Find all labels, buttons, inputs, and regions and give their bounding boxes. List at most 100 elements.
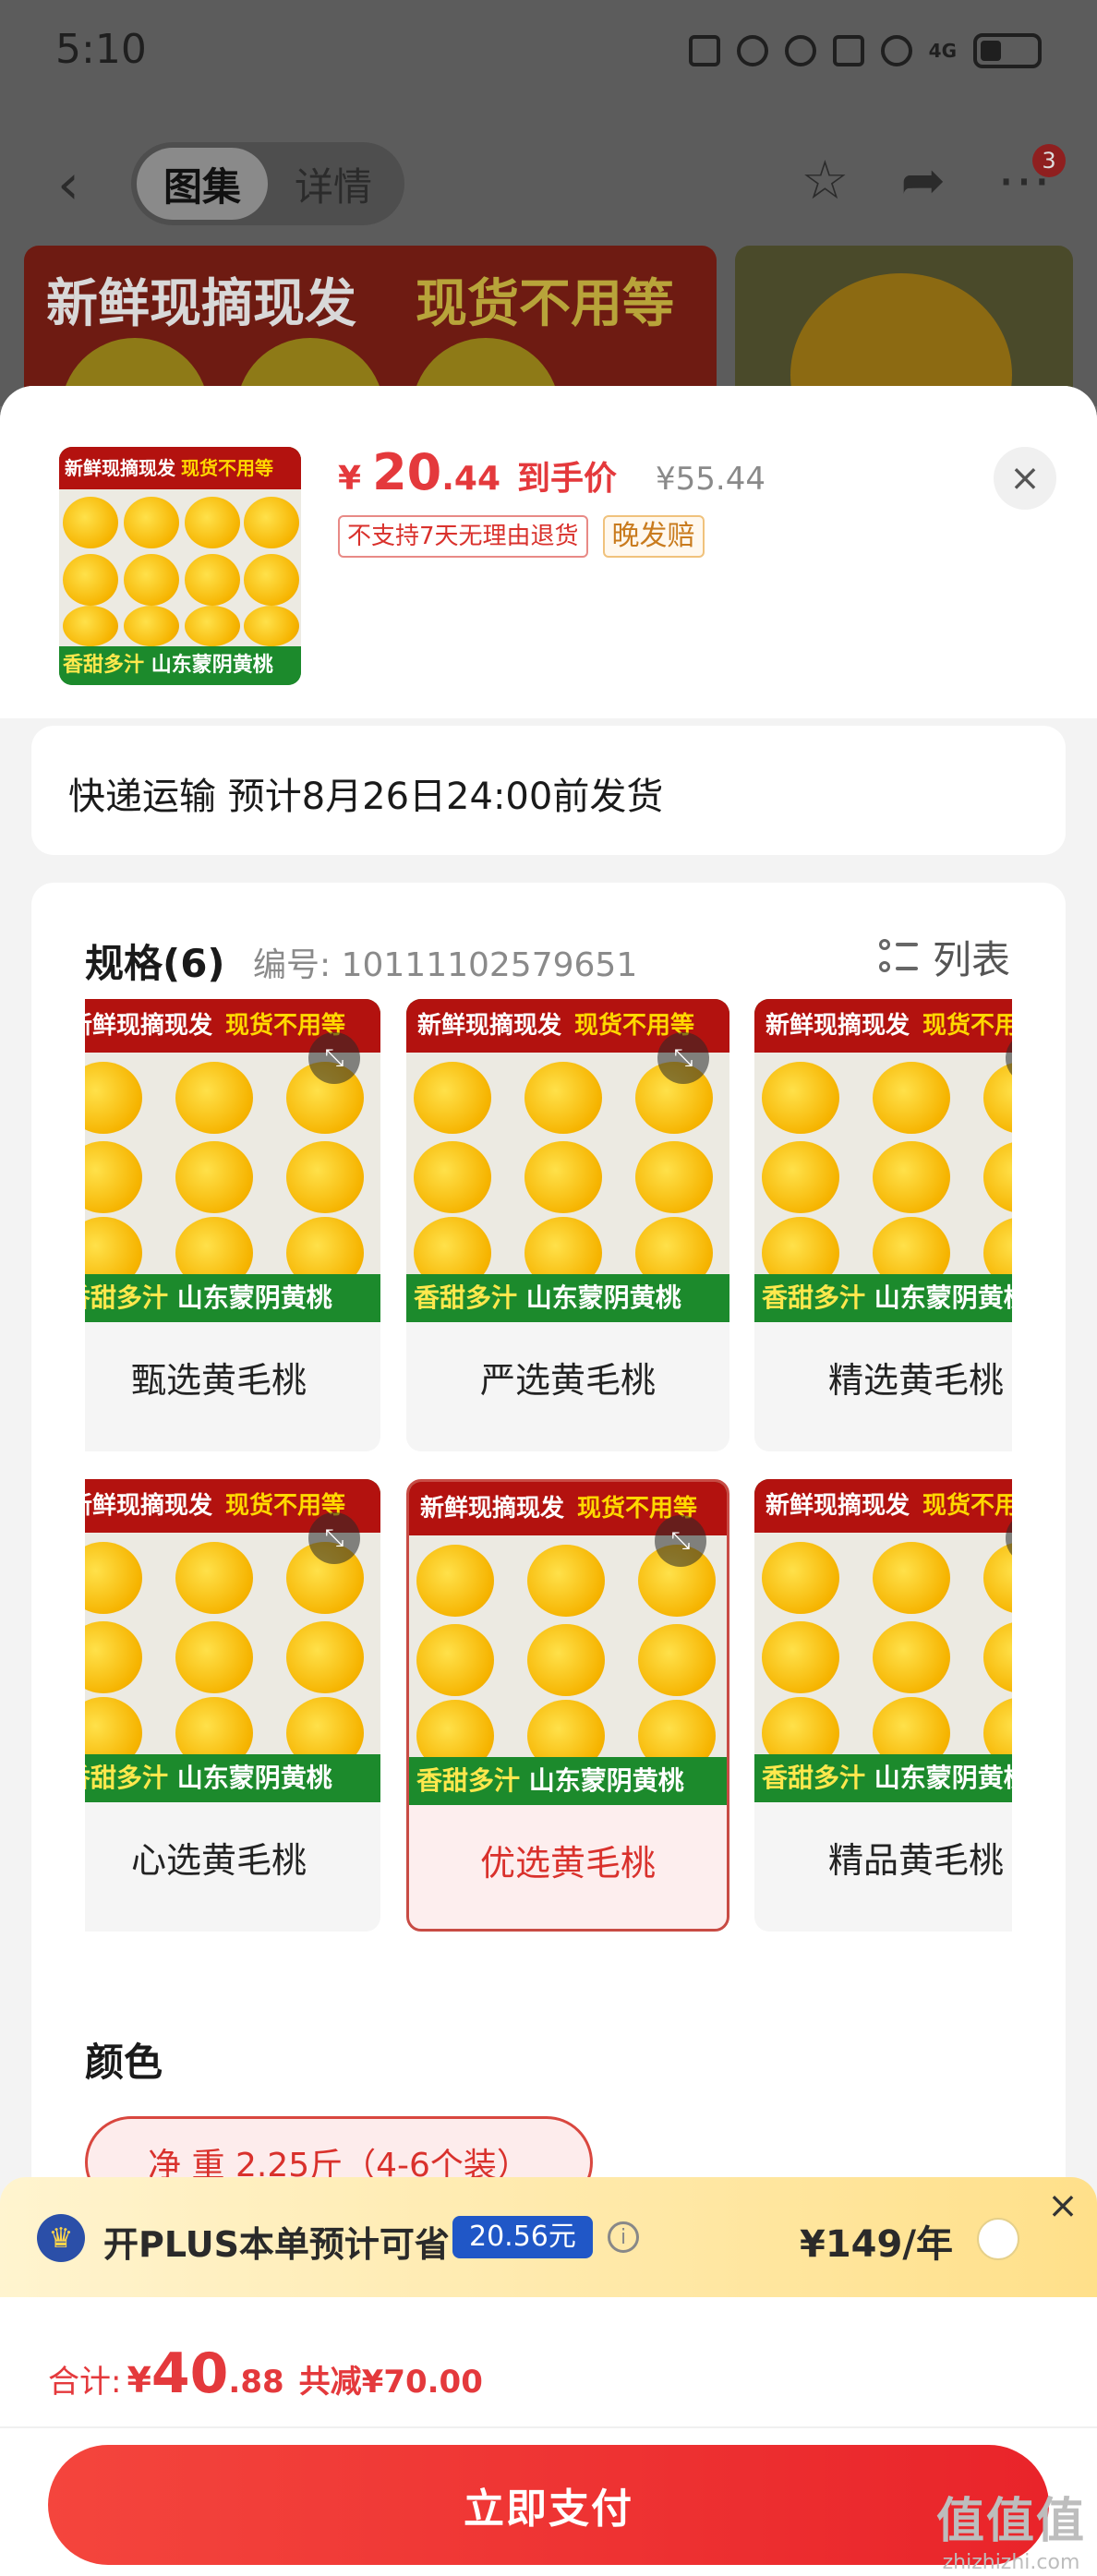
spec-option[interactable]: 新鲜现摘现发现货不用等香甜多汁 山东蒙阴黄桃⤡精选黄毛桃 [754, 999, 1012, 1451]
picture-fruit-tray [754, 1053, 1012, 1289]
peach-shape [524, 1141, 602, 1213]
plus-promo-text: 开PLUS本单预计可省 [103, 2224, 450, 2265]
peach-shape [124, 497, 179, 548]
product-picture: 新鲜现摘现发现货不用等香甜多汁 山东蒙阴黄桃 [754, 1479, 1012, 1802]
picture-bottom-left-text: 香甜多汁 [414, 1282, 526, 1313]
picture-bottom-right-text: 山东蒙阴黄桃 [151, 654, 273, 677]
price-integer: 20 [372, 443, 442, 501]
peach-shape [63, 497, 118, 548]
plus-close-icon[interactable]: × [1040, 2183, 1086, 2229]
picture-top-right-text: 现货不用等 [181, 457, 273, 479]
peach-shape [175, 1062, 253, 1134]
picture-fruit-tray [85, 1533, 380, 1769]
peach-shape [244, 497, 299, 548]
nav-actions: ☆ ➦ ⋯ 3 [801, 144, 1066, 207]
footer-divider [0, 2426, 1097, 2428]
nav-bar: ‹ 图集 详情 ☆ ➦ ⋯ 3 [0, 137, 1097, 229]
spec-option-image: 新鲜现摘现发现货不用等香甜多汁 山东蒙阴黄桃 [754, 999, 1012, 1322]
peach-shape [185, 554, 240, 606]
peach-shape [416, 1624, 494, 1696]
peach-shape [124, 606, 179, 646]
network-label: 4G [928, 40, 957, 62]
picture-fruit-tray [59, 489, 301, 646]
picture-top-left-text: 新鲜现摘现发 [85, 1492, 213, 1520]
picture-top-right-text: 现货不用等 [922, 1492, 1012, 1520]
picture-bottom-right-text: 山东蒙阴黄桃 [528, 1765, 684, 1796]
peach-shape [873, 1542, 950, 1614]
product-thumbnail[interactable]: 新鲜现摘现发 现货不用等 香甜多汁 山东蒙阴黄桃 [59, 447, 301, 685]
picture-top-banner: 新鲜现摘现发现货不用等 [59, 447, 301, 489]
vibrate-icon [832, 35, 864, 66]
picture-bottom-banner: 香甜多汁 山东蒙阴黄桃 [406, 1274, 729, 1322]
peach-shape [524, 1062, 602, 1134]
total-discount: 共减¥70.00 [298, 2364, 483, 2401]
back-icon[interactable]: ‹ [57, 157, 79, 212]
picture-bottom-right-text: 山东蒙阴黄桃 [874, 1763, 1012, 1793]
pay-now-button[interactable]: 立即支付 [48, 2445, 1049, 2565]
peach-shape [983, 1621, 1012, 1693]
total-label: 合计: [48, 2364, 122, 2401]
picture-bottom-left-text: 香甜多汁 [85, 1763, 169, 1793]
spec-card: 规格(6) 编号: 10111102579651 列表 新鲜现摘现发现货不用等香… [31, 883, 1066, 2221]
picture-bottom-banner: 香甜多汁 山东蒙阴黄桃 [85, 1754, 380, 1802]
picture-bottom-banner: 香甜多汁 山东蒙阴黄桃 [59, 646, 301, 685]
peach-shape [983, 1542, 1012, 1614]
price-decimal: .44 [441, 460, 500, 498]
picture-bottom-left-text: 香甜多汁 [85, 1282, 169, 1313]
original-price: ¥55.44 [656, 461, 765, 498]
total-integer: 40 [151, 2341, 229, 2406]
checkout-footer: 合计: ¥ 40 .88 共减¥70.00 立即支付 值值值 zhizhizhi… [0, 2297, 1097, 2576]
spec-option[interactable]: 新鲜现摘现发现货不用等香甜多汁 山东蒙阴黄桃⤡心选黄毛桃 [85, 1479, 380, 1932]
status-time: 5:10 [55, 26, 147, 73]
picture-top-left-text: 新鲜现摘现发 [417, 1012, 562, 1040]
peach-shape [85, 1062, 142, 1134]
expand-image-icon[interactable]: ⤡ [308, 1512, 360, 1564]
spec-option[interactable]: 新鲜现摘现发 现货不用等 香甜多汁 山东蒙阴黄桃 ⤡ 严选黄毛桃 [406, 999, 729, 1451]
sku-sheet: 新鲜现摘现发 现货不用等 香甜多汁 山东蒙阴黄桃 ¥ 20 .44 到手价 ¥5… [0, 386, 1097, 2576]
spec-option[interactable]: 新鲜现摘现发现货不用等香甜多汁 山东蒙阴黄桃⤡甄选黄毛桃 [85, 999, 380, 1451]
favorite-star-icon[interactable]: ☆ [801, 153, 849, 207]
list-view-toggle[interactable]: 列表 [878, 929, 1010, 985]
peach-shape [983, 1141, 1012, 1213]
peach-shape [244, 606, 299, 646]
peach-shape [85, 1621, 142, 1693]
expand-image-icon[interactable]: ⤡ [655, 1515, 706, 1567]
share-icon[interactable]: ➦ [900, 153, 946, 207]
info-icon[interactable]: i [608, 2221, 639, 2253]
expand-image-icon[interactable]: ⤡ [308, 1032, 360, 1084]
peach-shape [414, 1141, 491, 1213]
spec-option[interactable]: 新鲜现摘现发 现货不用等 香甜多汁 山东蒙阴黄桃 ⤡ 优选黄毛桃 [406, 1479, 729, 1932]
more-icon[interactable]: ⋯ 3 [997, 144, 1066, 207]
peach-shape [983, 1062, 1012, 1134]
peach-shape [527, 1545, 605, 1617]
picture-top-left-text: 新鲜现摘现发 [765, 1012, 910, 1040]
expand-image-icon[interactable]: ⤡ [657, 1032, 709, 1084]
price-row: ¥ 20 .44 到手价 ¥55.44 [338, 443, 765, 501]
hero-text-primary: 新鲜现摘现发 [46, 274, 356, 334]
total-currency: ¥ [127, 2360, 151, 2401]
picture-top-left-text: 新鲜现摘现发 [85, 1012, 213, 1040]
spec-grid: 新鲜现摘现发现货不用等香甜多汁 山东蒙阴黄桃⤡甄选黄毛桃新鲜现摘现发现货不用等香… [85, 999, 1012, 1959]
plus-select-radio[interactable] [977, 2218, 1019, 2260]
spec-option[interactable]: 新鲜现摘现发现货不用等香甜多汁 山东蒙阴黄桃⤡精品黄毛桃 [754, 1479, 1012, 1932]
peach-shape [175, 1141, 253, 1213]
peach-shape [873, 1621, 950, 1693]
peach-shape [63, 554, 118, 606]
spec-option-label: 严选黄毛桃 [479, 1360, 656, 1401]
peach-shape [85, 1542, 142, 1614]
close-icon[interactable]: × [994, 447, 1056, 510]
plus-save-badge: 20.56元 [452, 2216, 593, 2258]
tab-gallery[interactable]: 图集 [137, 148, 268, 220]
peach-shape [638, 1624, 716, 1696]
picture-top-banner: 新鲜现摘现发现货不用等 [754, 1479, 1012, 1533]
tab-details[interactable]: 详情 [268, 148, 399, 220]
sheet-header: 新鲜现摘现发 现货不用等 香甜多汁 山东蒙阴黄桃 ¥ 20 .44 到手价 ¥5… [0, 386, 1097, 718]
notification-badge: 3 [1032, 144, 1066, 177]
peach-shape [85, 1141, 142, 1213]
picture-bottom-banner: 香甜多汁 山东蒙阴黄桃 [754, 1274, 1012, 1322]
late-ship-compensation-tag: 晚发赔 [602, 515, 705, 558]
spec-option-label: 精品黄毛桃 [827, 1840, 1004, 1881]
plus-promo-bar[interactable]: ♛ 开PLUS本单预计可省 20.56元 i ¥149/年 × [0, 2177, 1097, 2297]
picture-top-right-text: 现货不用等 [922, 1012, 1012, 1040]
picture-top-banner: 新鲜现摘现发现货不用等 [754, 999, 1012, 1053]
